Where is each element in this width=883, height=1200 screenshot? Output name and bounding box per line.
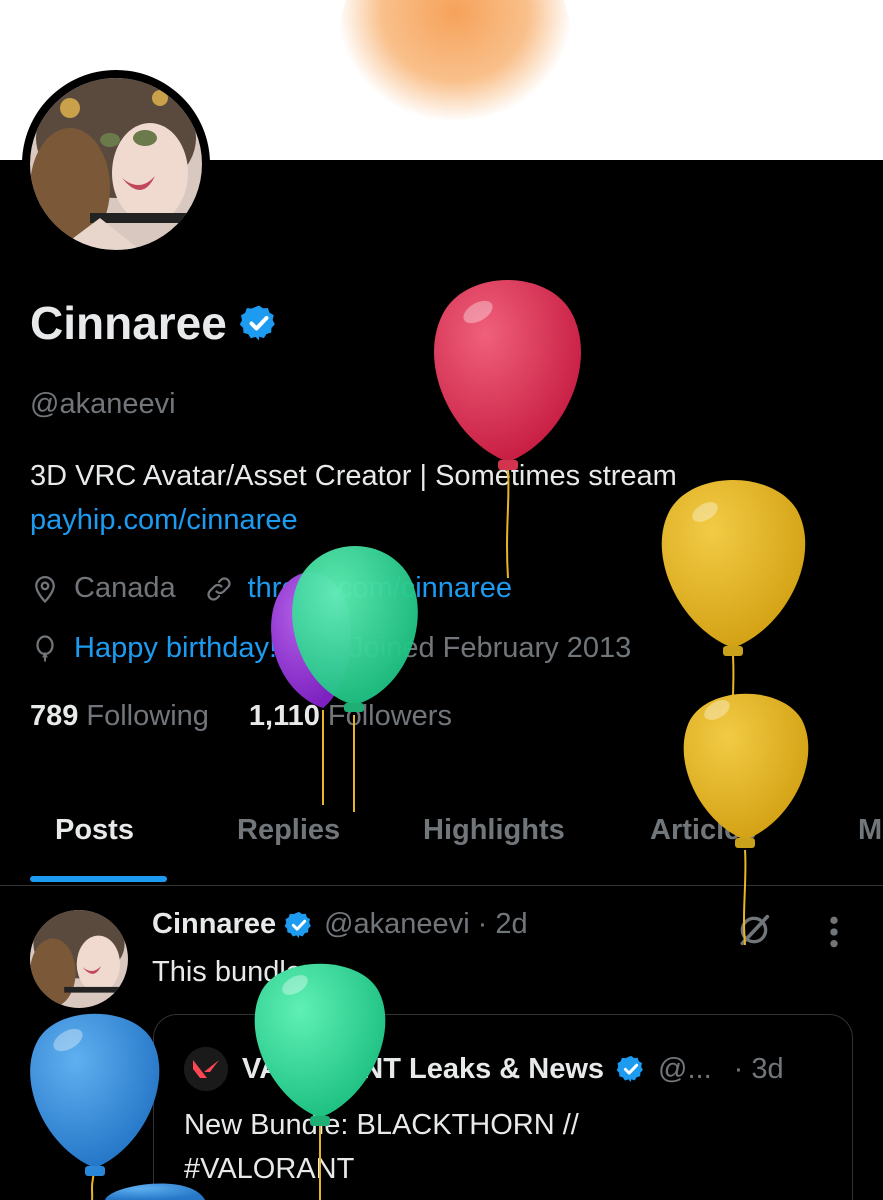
verified-badge-icon <box>616 1055 643 1083</box>
post-timestamp[interactable]: · 2d <box>478 908 528 941</box>
bio-text: 3D VRC Avatar/Asset Creator | Sometimes … <box>30 460 677 492</box>
avatar-image <box>30 78 202 250</box>
verified-badge-icon[interactable] <box>239 303 279 343</box>
balloon-purple <box>271 572 351 805</box>
quoted-author-handle: @... <box>658 1052 712 1085</box>
more-icon[interactable] <box>822 912 846 952</box>
bio-link[interactable]: payhip.com/cinnaree <box>30 498 677 542</box>
profile-tabs: Posts Replies Highlights Articles M <box>0 800 883 886</box>
tab-media[interactable]: M <box>858 814 882 847</box>
profile-bio: 3D VRC Avatar/Asset Creator | Sometimes … <box>30 454 677 542</box>
tab-highlights[interactable]: Highlights <box>423 814 565 847</box>
banner-graphic <box>340 0 570 120</box>
following-count: 789 <box>30 700 79 732</box>
post-author-handle[interactable]: @akaneevi <box>324 908 470 941</box>
valorant-logo <box>184 1047 228 1091</box>
post-text: This bundle... <box>152 956 327 988</box>
followers-count: 1,110 <box>248 700 320 732</box>
grok-icon[interactable] <box>734 910 774 950</box>
following-stat[interactable]: 789 Following <box>30 700 209 733</box>
quoted-author-name: VALORANT Leaks & News <box>242 1052 605 1085</box>
profile-website-link[interactable]: throne.com/cinnaree <box>248 572 512 605</box>
profile-avatar[interactable] <box>22 70 210 258</box>
post-author-name[interactable]: Cinnaree <box>152 908 276 941</box>
tab-replies[interactable]: Replies <box>237 814 340 847</box>
birthday-link[interactable]: Happy birthday! <box>74 632 277 665</box>
followers-label: Followers <box>327 700 452 732</box>
quoted-post[interactable]: VALORANT Leaks & News @... · 3d New Bund… <box>153 1014 853 1200</box>
location-pin-icon <box>35 575 55 603</box>
tab-articles[interactable]: Articles <box>650 814 756 847</box>
post-author-avatar[interactable] <box>30 910 128 1008</box>
followers-stat[interactable]: 1,110 Followers <box>249 700 452 733</box>
quoted-text: New Bundle: BLACKTHORN // #VALORANT <box>184 1103 579 1191</box>
balloon-yellow <box>661 480 806 761</box>
quoted-text-line: New Bundle: BLACKTHORN // <box>184 1109 579 1141</box>
verified-badge-icon <box>284 911 311 938</box>
balloon-blue <box>30 1013 160 1200</box>
following-label: Following <box>86 700 209 732</box>
calendar-icon <box>308 637 332 660</box>
link-icon <box>207 576 231 601</box>
balloon-icon <box>36 634 54 661</box>
quoted-hashtag[interactable]: #VALORANT <box>184 1147 579 1191</box>
profile-joined-date: Joined February 2013 <box>349 632 632 664</box>
active-tab-indicator <box>30 876 167 882</box>
quoted-timestamp: · 3d <box>733 1052 784 1085</box>
profile-location: Canada <box>74 572 176 604</box>
tab-posts[interactable]: Posts <box>55 814 134 847</box>
profile-handle: @akaneevi <box>30 388 176 420</box>
display-name: Cinnaree <box>30 297 227 349</box>
